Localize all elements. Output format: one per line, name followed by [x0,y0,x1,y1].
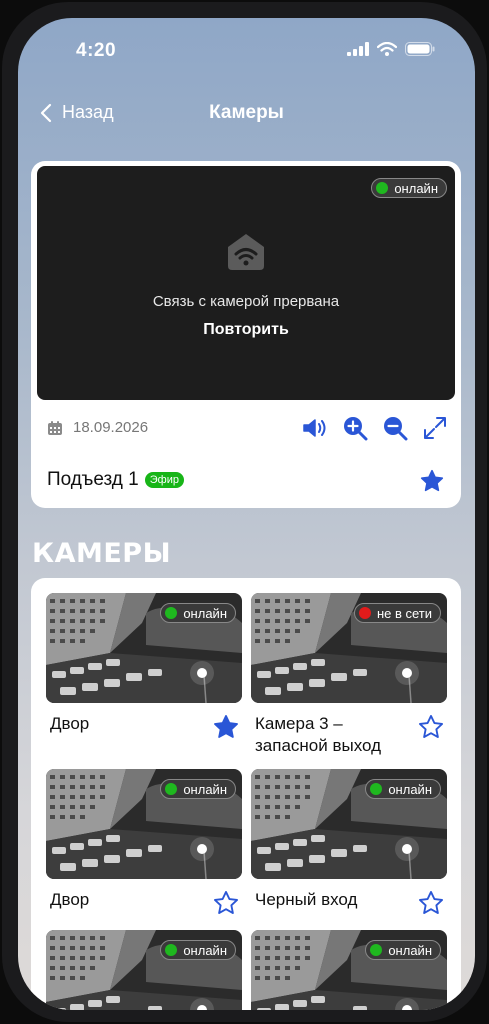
calendar-icon [48,420,62,435]
volume-button[interactable] [301,414,329,442]
video-player[interactable]: онлайн Связь с камерой прервана Повторит… [37,166,455,400]
back-label: Назад [62,102,114,122]
offline-dot-icon [358,607,371,619]
section-title: КАМЕРЫ [32,538,172,569]
camera-tile[interactable]: не в сети Камера 3 – запасной выход [251,593,447,755]
online-dot-icon [165,783,178,795]
app-screen: 4:20 Назад Камеры онлайн Связь с камерой… [18,18,475,1010]
online-dot-icon [165,607,178,619]
fullscreen-button[interactable] [421,414,449,442]
camera-tile[interactable]: онлайн Двор [46,593,242,703]
date-label: 18.09.2026 [73,419,149,436]
camera-tile[interactable]: онлайн [46,930,242,1010]
status-badge: онлайн [160,940,236,960]
camera-grid: онлайн Двор не в сети Камера 3 – запасно… [31,578,461,1010]
star-outline-icon[interactable] [417,889,445,917]
date-row: 18.09.2026 [47,419,148,436]
online-dot-icon [376,182,389,194]
camera-tile[interactable]: онлайн [251,930,447,1010]
camera-title-row: Подъезд 1 Эфир [47,469,184,491]
status-time: 4:20 [76,40,117,61]
status-badge: онлайн [371,178,447,198]
camera-tile[interactable]: онлайн Черный вход [251,769,447,879]
camera-name: Черный вход [255,890,358,909]
player-controls [301,414,449,442]
back-button[interactable]: Назад [40,102,114,123]
status-badge: онлайн [365,940,441,960]
online-dot-icon [370,944,383,956]
favorite-star-icon[interactable] [212,713,240,741]
zoom-in-button[interactable] [341,414,369,442]
zoom-in-icon [344,417,368,441]
expand-icon [424,417,446,439]
volume-icon [303,419,326,437]
status-label: не в сети [376,605,432,621]
status-label: онлайн [183,942,227,958]
camera-thumbnail[interactable]: не в сети [251,593,447,703]
retry-button[interactable]: Повторить [37,321,455,339]
camera-thumbnail[interactable]: онлайн [46,769,242,879]
camera-tile[interactable]: онлайн Двор [46,769,242,879]
wifi-icon [377,42,397,56]
wifi-house-icon [228,234,264,270]
phone-frame: 4:20 Назад Камеры онлайн Связь с камерой… [2,2,487,1022]
camera-thumbnail[interactable]: онлайн [251,930,447,1010]
connection-lost-message: Связь с камерой прервана [152,293,340,310]
status-label: онлайн [394,180,438,196]
battery-icon [405,42,435,56]
status-badge: онлайн [365,779,441,799]
status-badge: не в сети [353,603,441,623]
star-outline-icon[interactable] [212,889,240,917]
camera-name: Двор [50,890,90,909]
camera-thumbnail[interactable]: онлайн [46,930,242,1010]
camera-thumbnail[interactable]: онлайн [251,769,447,879]
live-badge: Эфир [144,472,184,488]
status-badge: онлайн [160,603,236,623]
status-label: онлайн [183,605,227,621]
main-camera-card: онлайн Связь с камерой прервана Повторит… [31,161,461,508]
camera-thumbnail[interactable]: онлайн [46,593,242,703]
chevron-left-icon [40,103,52,122]
star-outline-icon[interactable] [417,713,445,741]
favorite-star-icon[interactable] [419,468,445,494]
camera-name: Двор [50,714,90,733]
zoom-out-button[interactable] [381,414,409,442]
status-label: онлайн [388,942,432,958]
status-badge: онлайн [160,779,236,799]
status-label: онлайн [183,781,227,797]
online-dot-icon [165,944,178,956]
zoom-out-icon [384,417,408,441]
camera-name: Подъезд 1 [47,469,139,490]
status-icons [347,42,435,56]
online-dot-icon [370,783,383,795]
signal-icon [347,42,369,56]
camera-name: Камера 3 – запасной выход [255,714,382,755]
status-label: онлайн [388,781,432,797]
